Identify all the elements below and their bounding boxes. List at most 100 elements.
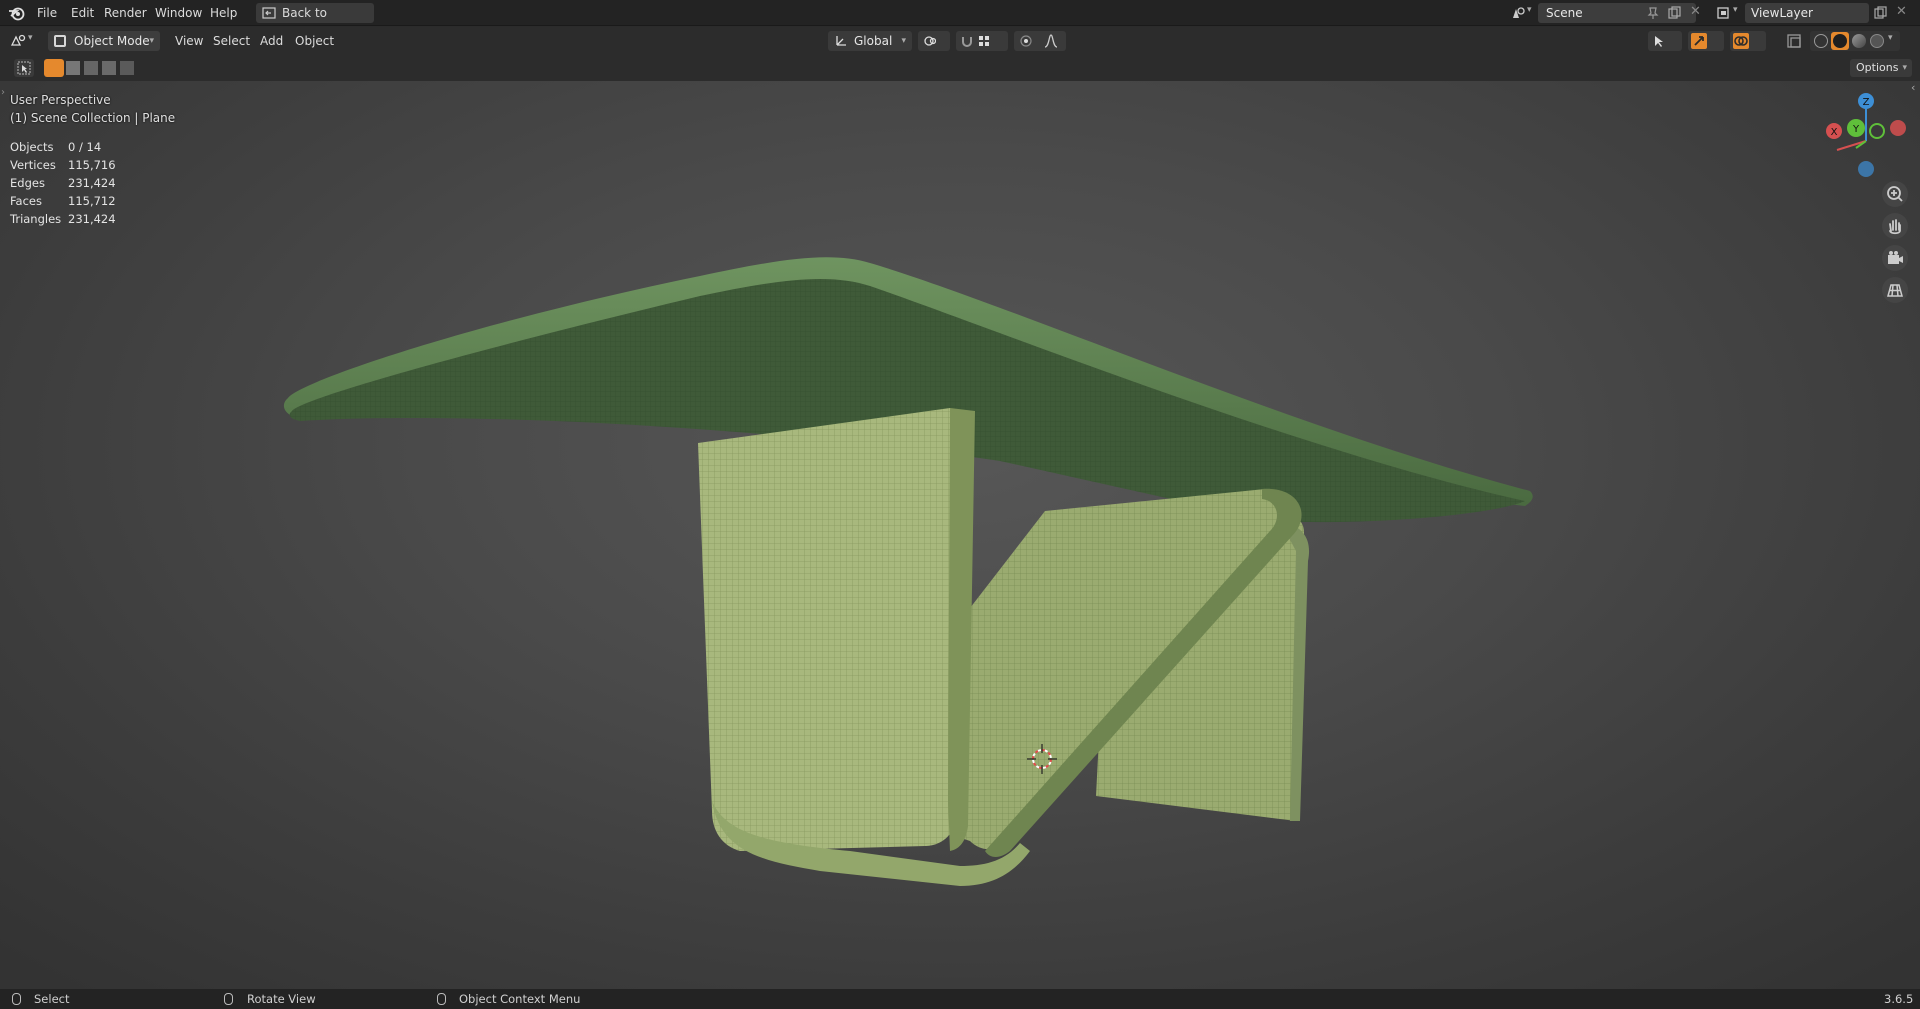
stat-label: Faces [10, 194, 42, 208]
gizmo-icon [1691, 33, 1707, 49]
options-dropdown[interactable]: Options ▾ [1850, 59, 1912, 77]
delete-view-layer-icon[interactable]: ✕ [1896, 4, 1907, 19]
status-context-menu: Object Context Menu [459, 992, 581, 1006]
stat-value: 115,712 [68, 194, 116, 208]
stat-row-edges: Edges 231,424 [10, 174, 116, 192]
wireframe-shading-icon[interactable] [1814, 34, 1828, 48]
status-bar: Select Rotate View Object Context Menu 3… [0, 989, 1920, 1009]
hand-icon [1889, 219, 1901, 235]
zoom-button[interactable] [1882, 181, 1908, 207]
pan-button[interactable] [1882, 213, 1908, 239]
header-menu-add[interactable]: Add [260, 31, 283, 51]
menu-edit[interactable]: Edit [71, 0, 94, 26]
new-scene-icon[interactable] [1666, 5, 1682, 21]
shading-mode-group: ▾ [1810, 31, 1900, 51]
menu-file[interactable]: File [37, 0, 57, 26]
gizmo-toggle[interactable] [1688, 31, 1724, 51]
stat-label: Edges [10, 176, 45, 190]
tool-settings-row: Options ▾ [0, 55, 1920, 81]
overlays-toggle[interactable] [1730, 31, 1766, 51]
rendered-shading-icon[interactable] [1870, 34, 1884, 48]
select-intersect-icon[interactable] [120, 61, 134, 75]
select-invert-icon[interactable] [102, 61, 116, 75]
select-extend-icon[interactable] [66, 61, 80, 75]
navigation-gizmo[interactable]: Z Y X [1820, 89, 1912, 179]
options-label: Options [1856, 61, 1899, 74]
stat-label: Vertices [10, 158, 56, 172]
scene-selector-icon[interactable] [1510, 5, 1526, 21]
back-icon [262, 7, 276, 19]
menu-help[interactable]: Help [210, 0, 237, 26]
stat-value: 115,716 [68, 158, 116, 172]
select-subtract-icon[interactable] [84, 61, 98, 75]
orientation-axes-icon [836, 36, 846, 46]
mouse-right-icon [437, 993, 446, 1005]
stat-row-vertices: Vertices 115,716 [10, 156, 116, 174]
stat-label: Triangles [10, 212, 62, 226]
perspective-label: User Perspective [10, 93, 111, 107]
mouse-left-icon [12, 993, 21, 1005]
object-mode-icon [54, 35, 66, 47]
stat-value: 0 / 14 [68, 140, 102, 154]
tool-selector[interactable] [14, 59, 34, 77]
gizmo-neg-x[interactable] [1890, 120, 1906, 136]
selectability-visibility-dropdown[interactable] [1648, 31, 1682, 51]
proportional-edit-icon [1020, 35, 1032, 47]
shading-options-chevron-icon[interactable]: ▾ [1888, 33, 1893, 43]
pivot-point-icon [924, 36, 936, 46]
delete-scene-icon[interactable]: ✕ [1690, 4, 1701, 19]
perspective-toggle-button[interactable] [1882, 277, 1908, 303]
zoom-icon [1887, 186, 1903, 202]
solid-shading-icon [1833, 34, 1847, 48]
gizmo-neg-y[interactable] [1869, 123, 1885, 139]
camera-view-button[interactable] [1882, 245, 1908, 271]
select-new-button[interactable] [44, 59, 64, 77]
new-view-layer-icon[interactable] [1872, 5, 1888, 21]
pin-icon[interactable] [1645, 5, 1661, 21]
transform-orientation-dropdown[interactable]: Global ▾ [828, 31, 912, 51]
view-layer-dropdown-chevron-icon[interactable]: ▾ [1733, 5, 1738, 15]
header-menu-object[interactable]: Object [295, 31, 334, 51]
stat-row-faces: Faces 115,712 [10, 192, 116, 210]
header-menu-view[interactable]: View [175, 31, 203, 51]
object-mode-dropdown[interactable]: Object Mode ▾ [48, 31, 160, 51]
pivot-point-dropdown[interactable] [918, 31, 950, 51]
gizmo-x-label: X [1831, 127, 1838, 138]
version-label: 3.6.5 [1884, 992, 1914, 1006]
selection-mode-group [44, 59, 140, 77]
scene-render [283, 257, 1533, 886]
view-layer-icon[interactable] [1716, 5, 1732, 21]
blender-logo-icon[interactable] [8, 5, 26, 21]
viewport-header: ▾ Object Mode ▾ View Select Add Object G… [0, 27, 1920, 55]
stat-value: 231,424 [68, 212, 116, 226]
back-to-previous-button[interactable]: Back to Previous [256, 3, 374, 40]
header-menu-select[interactable]: Select [213, 31, 250, 51]
overlays-icon [1733, 33, 1749, 49]
solid-shading-button[interactable] [1831, 32, 1849, 50]
front-left-panel [698, 408, 958, 851]
snap-toggle[interactable] [956, 31, 1008, 51]
stat-row-triangles: Triangles 231,424 [10, 210, 116, 228]
3d-viewport[interactable]: › ‹ User Perspective (1) Scene Collectio… [0, 81, 1920, 989]
chevron-down-icon: ▾ [901, 36, 906, 46]
editor-type-chevron-icon[interactable]: ▾ [28, 33, 33, 43]
snap-grid-icon [979, 36, 989, 46]
chevron-down-icon: ▾ [149, 36, 154, 46]
view-layer-name: ViewLayer [1751, 6, 1813, 20]
menu-render[interactable]: Render [104, 0, 147, 26]
select-box-tool-icon [17, 61, 31, 75]
material-preview-icon[interactable] [1852, 34, 1866, 48]
gizmo-neg-z[interactable] [1858, 161, 1874, 177]
status-rotate-view: Rotate View [247, 992, 316, 1006]
editor-type-icon[interactable] [10, 33, 26, 49]
menu-window[interactable]: Window [155, 0, 202, 26]
xray-toggle-icon[interactable] [1786, 33, 1802, 49]
scene-name: Scene [1546, 6, 1583, 20]
snap-magnet-icon [962, 37, 972, 47]
proportional-editing-toggle[interactable] [1014, 31, 1066, 51]
scene-dropdown-chevron-icon[interactable]: ▾ [1527, 5, 1532, 15]
sidebar-expand-left-icon[interactable]: › [1, 87, 5, 98]
gizmo-y-label: Y [1852, 124, 1860, 135]
view-layer-name-field[interactable]: ViewLayer [1745, 3, 1869, 23]
stat-row-objects: Objects 0 / 14 [10, 138, 116, 156]
